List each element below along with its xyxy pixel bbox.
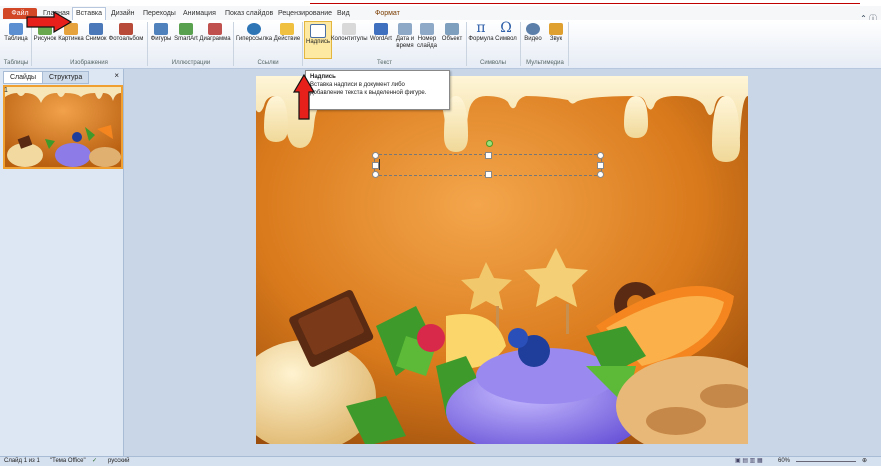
rotate-handle[interactable] xyxy=(486,140,493,147)
chart-icon xyxy=(208,23,222,35)
group-tables: Таблицы xyxy=(3,60,29,66)
slide-background-image xyxy=(256,76,748,444)
group-links: Ссылки xyxy=(257,60,279,66)
slidenumber-button[interactable]: Номер слайда xyxy=(416,21,438,57)
tab-view[interactable]: Вид xyxy=(334,8,353,19)
album-icon xyxy=(119,23,133,35)
tab-review[interactable]: Рецензирование xyxy=(275,8,335,19)
tab-transitions[interactable]: Переходы xyxy=(140,8,179,19)
group-images: Изображения xyxy=(70,60,108,66)
right-arrow-icon xyxy=(26,11,72,33)
calendar-icon xyxy=(398,23,412,35)
slide-number: 1 xyxy=(4,87,8,94)
object-button[interactable]: Объект xyxy=(439,21,465,57)
pi-icon: π xyxy=(476,20,486,36)
up-arrow-icon xyxy=(293,74,315,120)
textbox-button[interactable]: Надпись xyxy=(304,21,332,59)
tab-format[interactable]: Формат xyxy=(372,8,403,19)
resize-handle[interactable] xyxy=(372,171,379,178)
slide-canvas[interactable] xyxy=(256,76,748,444)
smartart-icon xyxy=(179,23,193,35)
headerfooter-button[interactable]: Колонтитулы xyxy=(331,21,368,57)
smartart-button[interactable]: SmartArt xyxy=(173,21,199,57)
wordart-icon xyxy=(374,23,388,35)
slide-thumbnail[interactable] xyxy=(3,85,123,169)
resize-handle[interactable] xyxy=(372,152,379,159)
action-icon xyxy=(280,23,294,35)
textbox-tooltip: Надпись Вставка надписи в документ либо … xyxy=(305,70,450,110)
table-icon xyxy=(9,23,23,35)
thumbnail-image xyxy=(5,87,121,167)
symbol-button[interactable]: Ω Символ xyxy=(494,21,518,57)
datetime-button[interactable]: Дата и время xyxy=(394,21,416,57)
tooltip-line2: добавление текста к выделенной фигуре. xyxy=(310,90,427,96)
ribbon-insert: Таблица Рисунок Картинка Снимок Фотоальб… xyxy=(0,20,881,69)
resize-handle[interactable] xyxy=(597,152,604,159)
resize-handle[interactable] xyxy=(597,162,604,169)
tooltip-line1: Вставка надписи в документ либо xyxy=(310,82,405,88)
equation-button[interactable]: π Формула xyxy=(468,21,494,57)
wordart-button[interactable]: WordArt xyxy=(368,21,394,57)
globe-icon xyxy=(247,23,261,35)
headerfooter-icon xyxy=(342,23,356,35)
ribbon-tabs: Файл Главная Вставка Дизайн Переходы Ани… xyxy=(0,6,881,23)
textbox-icon xyxy=(310,24,326,38)
tab-insert[interactable]: Вставка xyxy=(72,7,107,20)
shapes-icon xyxy=(154,23,168,35)
action-button[interactable]: Действие xyxy=(273,21,301,57)
tab-outline[interactable]: Структура xyxy=(42,71,90,84)
hyperlink-button[interactable]: Гиперссылка xyxy=(235,21,273,57)
resize-handle[interactable] xyxy=(372,162,379,169)
textbox-placeholder[interactable] xyxy=(372,140,604,178)
resize-handle[interactable] xyxy=(485,171,492,178)
group-media: Мультимедиа xyxy=(526,60,564,66)
video-button[interactable]: Видео xyxy=(522,21,544,57)
tab-slideshow[interactable]: Показ слайдов xyxy=(222,8,276,19)
close-icon[interactable]: × xyxy=(114,71,119,80)
tooltip-title: Надпись xyxy=(310,74,336,80)
zoom-slider[interactable] xyxy=(796,461,856,462)
tab-slides[interactable]: Слайды xyxy=(3,71,44,84)
resize-handle[interactable] xyxy=(485,152,492,159)
resize-handle[interactable] xyxy=(597,171,604,178)
title-bar-line xyxy=(310,3,860,4)
omega-icon: Ω xyxy=(500,20,512,36)
tab-design[interactable]: Дизайн xyxy=(108,8,138,19)
chart-button[interactable]: Диаграмма xyxy=(199,21,231,57)
audio-button[interactable]: Звук xyxy=(546,21,566,57)
tab-animations[interactable]: Анимация xyxy=(180,8,219,19)
speaker-icon xyxy=(549,23,563,35)
group-text: Текст xyxy=(376,60,393,66)
slidenumber-icon xyxy=(420,23,434,35)
film-icon xyxy=(526,23,540,35)
shapes-button[interactable]: Фигуры xyxy=(149,21,173,57)
album-button[interactable]: Фотоальбом xyxy=(107,21,145,57)
group-symbols: Символы xyxy=(480,60,506,66)
text-cursor xyxy=(379,159,380,170)
screenshot-button[interactable]: Снимок xyxy=(85,21,107,57)
screenshot-icon xyxy=(89,23,103,35)
group-illustrations: Иллюстрации xyxy=(171,60,211,66)
object-icon xyxy=(445,23,459,35)
